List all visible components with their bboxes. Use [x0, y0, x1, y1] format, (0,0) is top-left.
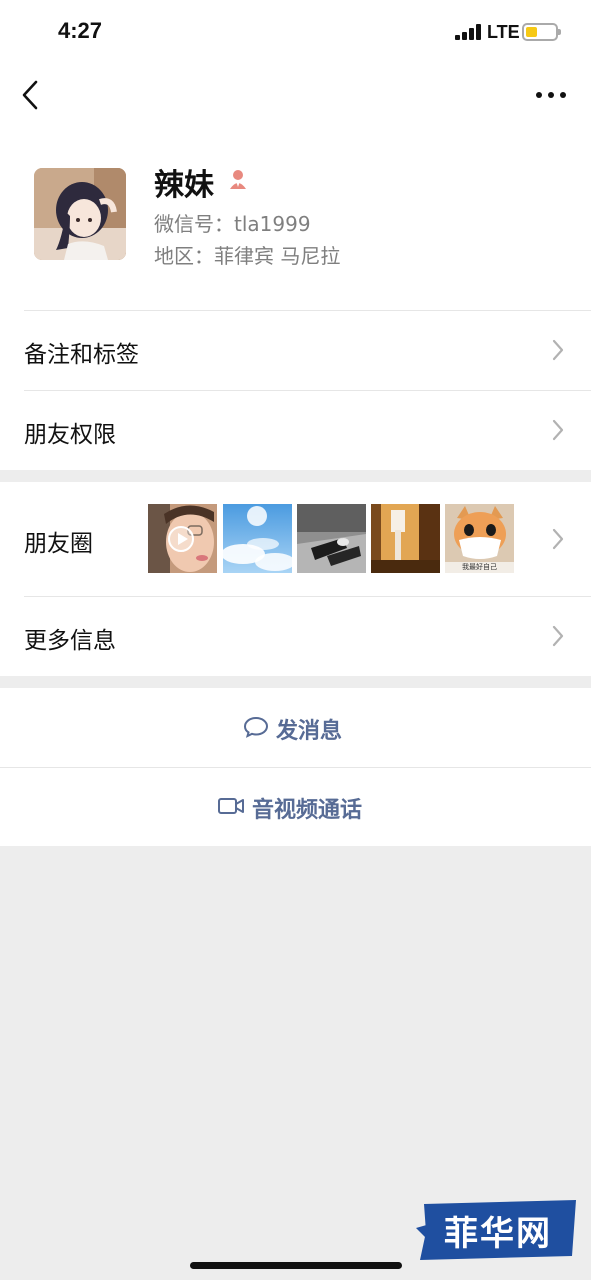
moments-label: 朋友圈 [24, 531, 93, 557]
section-gap [0, 676, 591, 688]
wechat-id: 微信号：tla1999 [154, 212, 311, 236]
chevron-right-icon [550, 417, 566, 443]
moments-row[interactable]: 朋友圈 我最好自己 [0, 482, 591, 596]
battery-icon [522, 23, 561, 41]
chevron-right-icon [550, 526, 566, 552]
moments-thumbnail-sky[interactable] [223, 504, 292, 573]
video-camera-icon [217, 796, 245, 816]
friend-permissions-label: 朋友权限 [24, 422, 116, 448]
divider [24, 390, 591, 391]
chevron-right-icon [550, 337, 566, 363]
remarks-tags-label: 备注和标签 [24, 342, 139, 368]
divider [0, 767, 591, 768]
video-call-label: 音视频通话 [252, 798, 363, 823]
network-label: LTE [487, 22, 520, 42]
more-info-label: 更多信息 [24, 628, 116, 654]
cat-caption: 我最好自己 [462, 563, 497, 571]
moments-thumbnail-video[interactable] [148, 504, 217, 573]
watermark-text: 菲华网 [444, 1213, 552, 1254]
section-gap [0, 470, 591, 482]
friend-permissions-row[interactable]: 朋友权限 [0, 390, 591, 470]
signal-icon [455, 24, 483, 40]
region: 地区：菲律宾 马尼拉 [154, 244, 341, 268]
moments-thumbnail-room[interactable] [371, 504, 440, 573]
watermark-logo: 菲华网 [416, 1198, 580, 1262]
back-icon[interactable] [18, 78, 46, 112]
send-message-button[interactable]: 发消息 [0, 688, 591, 767]
home-indicator [190, 1262, 402, 1269]
more-info-row[interactable]: 更多信息 [0, 596, 591, 676]
nav-bar [0, 62, 591, 132]
moments-thumbnail-cat[interactable]: 我最好自己 [445, 504, 514, 573]
divider [24, 310, 591, 311]
chat-bubble-icon [243, 715, 269, 739]
divider [24, 596, 591, 597]
female-icon [226, 167, 250, 191]
profile-header: 辣妹 微信号：tla1999 地区：菲律宾 马尼拉 [0, 132, 591, 310]
send-message-label: 发消息 [276, 719, 343, 744]
status-time: 4:27 [58, 18, 103, 43]
profile-name: 辣妹 [154, 168, 214, 203]
remarks-tags-row[interactable]: 备注和标签 [0, 310, 591, 390]
avatar[interactable] [34, 168, 126, 260]
status-bar: 4:27 LTE [0, 0, 591, 62]
video-call-button[interactable]: 音视频通话 [0, 767, 591, 846]
moments-thumbnail-legs[interactable] [297, 504, 366, 573]
more-options-icon[interactable] [534, 80, 568, 110]
chevron-right-icon [550, 623, 566, 649]
